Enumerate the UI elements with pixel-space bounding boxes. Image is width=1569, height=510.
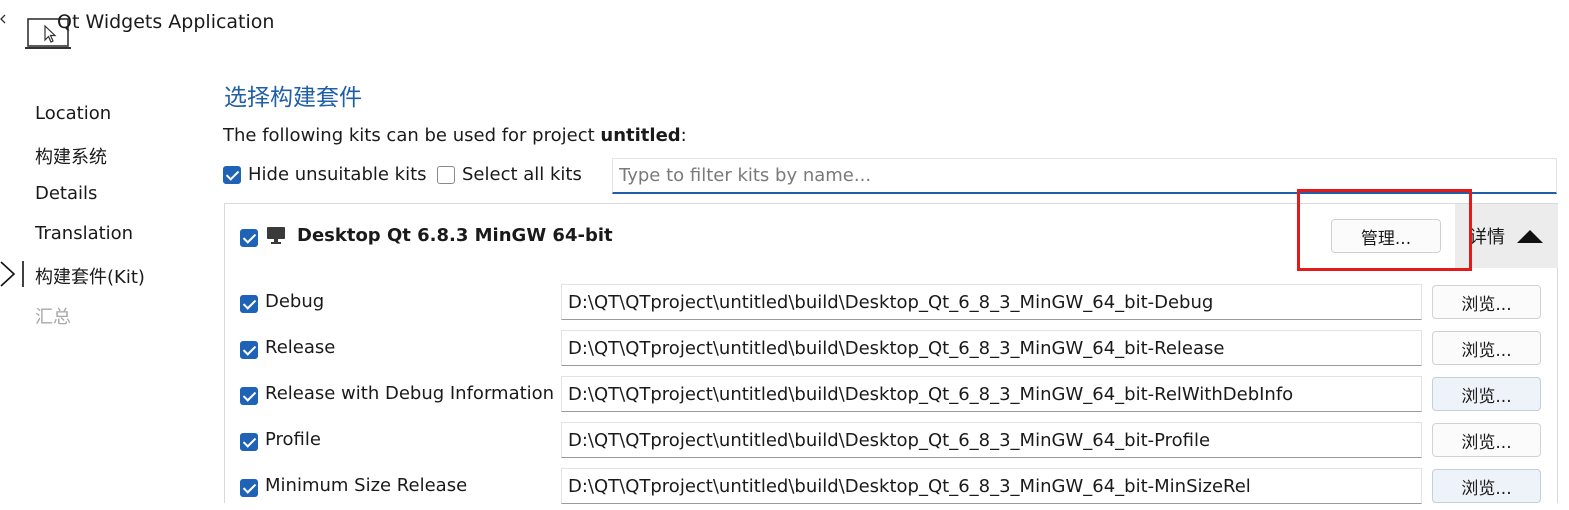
build-dir-input[interactable] bbox=[561, 422, 1422, 458]
kit-filter-input[interactable] bbox=[612, 158, 1557, 194]
kits-description: The following kits can be used for proje… bbox=[223, 125, 687, 146]
browse-button[interactable]: 浏览... bbox=[1432, 331, 1541, 365]
kit-checkbox[interactable] bbox=[240, 229, 258, 247]
build-config-name: Debug bbox=[265, 291, 325, 312]
build-config-row: Debug 浏览... bbox=[0, 280, 1569, 326]
build-config-row: Profile 浏览... bbox=[0, 418, 1569, 464]
build-config-checkbox[interactable] bbox=[240, 433, 258, 451]
back-arrow-icon[interactable] bbox=[0, 14, 6, 24]
hide-unsuitable-kits-option[interactable]: Hide unsuitable kits bbox=[223, 164, 427, 185]
browse-button[interactable]: 浏览... bbox=[1432, 377, 1541, 411]
build-config-checkbox[interactable] bbox=[240, 479, 258, 497]
manage-kits-button[interactable]: 管理... bbox=[1331, 219, 1441, 253]
desktop-monitor-icon bbox=[267, 227, 285, 244]
details-label: 详情 bbox=[1469, 227, 1505, 248]
build-dir-input[interactable] bbox=[561, 376, 1422, 412]
kit-name: Desktop Qt 6.8.3 MinGW 64-bit bbox=[297, 225, 613, 246]
build-config-row: Release with Debug Information 浏览... bbox=[0, 372, 1569, 418]
build-config-row: Release 浏览... bbox=[0, 326, 1569, 372]
build-config-checkbox[interactable] bbox=[240, 387, 258, 405]
select-all-kits-label: Select all kits bbox=[462, 164, 582, 185]
select-all-kits-checkbox[interactable] bbox=[437, 166, 455, 184]
build-config-name: Profile bbox=[265, 429, 321, 450]
browse-button[interactable]: 浏览... bbox=[1432, 469, 1541, 503]
description-prefix: The following kits can be used for proje… bbox=[223, 125, 601, 146]
build-config-name: Minimum Size Release bbox=[265, 475, 468, 496]
select-all-kits-option[interactable]: Select all kits bbox=[437, 164, 582, 185]
browse-button[interactable]: 浏览... bbox=[1432, 423, 1541, 457]
project-name: untitled bbox=[600, 125, 681, 146]
sidebar-item-build-system[interactable]: 构建系统 bbox=[35, 143, 107, 169]
build-config-name: Release bbox=[265, 337, 336, 358]
build-config-row: Minimum Size Release 浏览... bbox=[0, 464, 1569, 510]
collapse-arrow-icon bbox=[1517, 229, 1543, 243]
page-title: 选择构建套件 bbox=[224, 85, 362, 111]
hide-unsuitable-kits-label: Hide unsuitable kits bbox=[248, 164, 427, 185]
build-dir-input[interactable] bbox=[561, 284, 1422, 320]
build-config-checkbox[interactable] bbox=[240, 295, 258, 313]
build-dir-input[interactable] bbox=[561, 468, 1422, 504]
sidebar-item-translation[interactable]: Translation bbox=[35, 223, 133, 244]
build-dir-input[interactable] bbox=[561, 330, 1422, 366]
details-toggle-button[interactable]: 详情 bbox=[1455, 204, 1558, 268]
window-title: Qt Widgets Application bbox=[57, 11, 275, 33]
build-config-name: Release with Debug Information bbox=[265, 383, 555, 404]
build-config-checkbox[interactable] bbox=[240, 341, 258, 359]
sidebar-item-location[interactable]: Location bbox=[35, 103, 111, 124]
description-suffix: : bbox=[680, 125, 687, 146]
sidebar-item-details[interactable]: Details bbox=[35, 183, 97, 204]
browse-button[interactable]: 浏览... bbox=[1432, 285, 1541, 319]
hide-unsuitable-kits-checkbox[interactable] bbox=[223, 166, 241, 184]
